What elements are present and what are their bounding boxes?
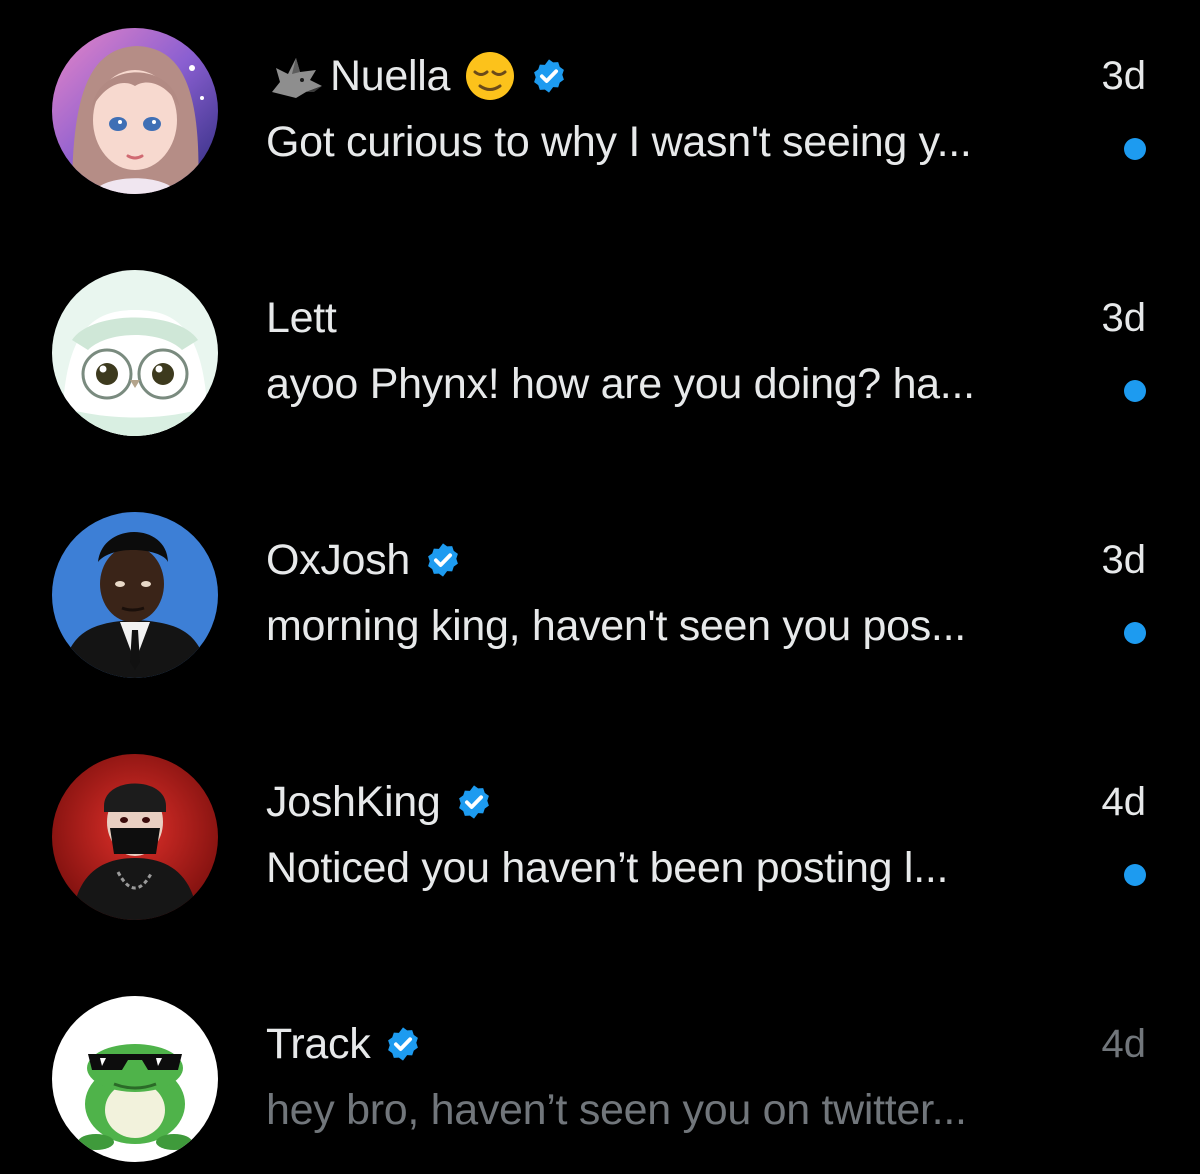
name-line: JoshKing [266, 770, 493, 834]
message-preview: hey bro, haven’t seen you on twitter... [266, 1086, 967, 1134]
verified-badge-icon [455, 783, 493, 821]
man-in-suit-avatar-icon [52, 512, 218, 678]
owl-with-glasses-avatar-icon [52, 270, 218, 436]
sender-name: Lett [266, 293, 337, 342]
masked-hoodie-avatar-icon [52, 754, 218, 920]
name-line: OxJosh [266, 528, 462, 592]
conversation-row-track[interactable]: Track 4d hey bro, haven’t seen you on tw… [0, 968, 1200, 1168]
unread-indicator [1124, 864, 1146, 886]
sender-name: Nuella [330, 51, 451, 100]
frog-with-sunglasses-avatar-icon [52, 996, 218, 1162]
timestamp: 3d [1101, 296, 1147, 340]
avatar[interactable] [52, 28, 218, 194]
message-preview: morning king, haven't seen you pos... [266, 602, 966, 650]
verified-badge-icon [530, 57, 568, 95]
avatar[interactable] [52, 270, 218, 436]
name-line: Nuella [266, 44, 568, 108]
sender-name: JoshKing [266, 777, 441, 826]
avatar[interactable] [52, 754, 218, 920]
avatar[interactable] [52, 996, 218, 1162]
conversation-row-lett[interactable]: Lett 3d ayoo Phynx! how are you doing? h… [0, 242, 1200, 442]
verified-badge-icon [424, 541, 462, 579]
timestamp: 4d [1101, 780, 1147, 824]
conversation-row-oxjosh[interactable]: OxJosh 3d morning king, haven't seen you… [0, 484, 1200, 684]
timestamp: 3d [1101, 538, 1147, 582]
conversation-list: Nuella 3d Got curious to why I wasn't se… [0, 0, 1200, 1174]
conversation-row-joshking[interactable]: JoshKing 4d Noticed you haven’t been pos… [0, 726, 1200, 926]
relieved-face-emoji-icon [464, 50, 516, 102]
unread-indicator [1124, 138, 1146, 160]
conversation-row-nuella[interactable]: Nuella 3d Got curious to why I wasn't se… [0, 0, 1200, 200]
sender-name: Track [266, 1019, 371, 1068]
unread-indicator [1124, 380, 1146, 402]
timestamp: 3d [1101, 54, 1147, 98]
wolf-head-icon [266, 52, 326, 100]
anime-girl-avatar-icon [52, 28, 218, 194]
avatar[interactable] [52, 512, 218, 678]
name-line: Track [266, 1012, 422, 1076]
name-line: Lett [266, 286, 337, 350]
verified-badge-icon [384, 1025, 422, 1063]
message-preview: Got curious to why I wasn't seeing y... [266, 118, 972, 166]
unread-indicator [1124, 622, 1146, 644]
message-preview: ayoo Phynx! how are you doing? ha... [266, 360, 975, 408]
timestamp: 4d [1101, 1022, 1147, 1066]
sender-name: OxJosh [266, 535, 410, 584]
message-preview: Noticed you haven’t been posting l... [266, 844, 949, 892]
